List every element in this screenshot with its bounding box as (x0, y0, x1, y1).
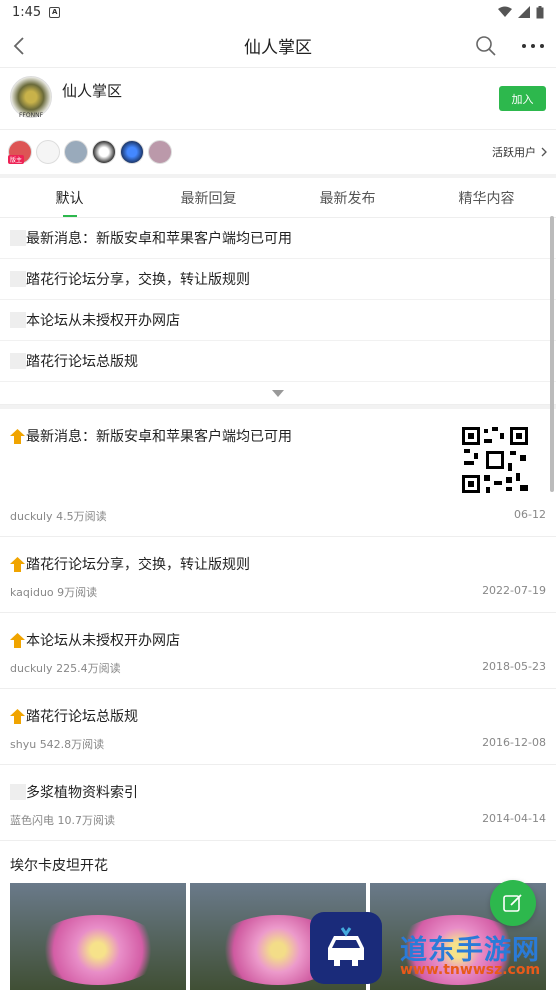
post-placeholder-icon (10, 784, 26, 800)
notice-item[interactable]: 踏花行论坛分享，交换，转让版规则 (0, 259, 556, 300)
title-bar: 仙人掌区 (0, 24, 556, 68)
notice-title: 最新消息：新版安卓和苹果客户端均已可用 (26, 231, 292, 247)
post-reads: 4.5万阅读 (56, 510, 107, 523)
pinned-icon (10, 632, 25, 648)
notice-placeholder-icon (10, 312, 26, 328)
tab-bar: 默认 最新回复 最新发布 精华内容 (0, 178, 556, 218)
watermark-url: www.tnwwsz.com (400, 962, 541, 978)
avatar[interactable] (120, 140, 144, 164)
post-meta-left: kaqiduo 9万阅读 (10, 584, 97, 600)
forum-name: 仙人掌区 (62, 82, 123, 100)
notice-item[interactable]: 最新消息：新版安卓和苹果客户端均已可用 (0, 218, 556, 259)
post-item[interactable]: 踏花行论坛总版规 shyu 542.8万阅读 2016-12-08 (0, 689, 556, 765)
notice-title: 本论坛从未授权开办网店 (26, 313, 180, 329)
notice-placeholder-icon (10, 271, 26, 287)
post-title: 多浆植物资料索引 (26, 785, 138, 801)
post-reads: 9万阅读 (57, 586, 98, 599)
car-icon (328, 927, 364, 966)
qr-code-image (460, 425, 530, 495)
post-meta-left: duckuly 4.5万阅读 (10, 508, 107, 524)
avatar[interactable] (148, 140, 172, 164)
post-title: 踏花行论坛总版规 (26, 709, 138, 725)
page-title: 仙人掌区 (244, 38, 312, 58)
active-users-row[interactable]: 版主 活跃用户 (0, 130, 556, 174)
pinned-icon (10, 428, 25, 444)
status-icons (498, 5, 544, 19)
avatar[interactable] (64, 140, 88, 164)
post-reads: 225.4万阅读 (56, 662, 121, 675)
notice-title: 踏花行论坛总版规 (26, 354, 138, 370)
notice-placeholder-icon (10, 230, 26, 246)
more-icon[interactable] (520, 34, 546, 58)
forum-header: FFONNF 仙人掌区 加入 (0, 68, 556, 130)
expand-notices[interactable] (0, 382, 556, 404)
post-date: 2022-07-19 (482, 584, 546, 597)
post-author: 蓝色闪电 (10, 814, 54, 827)
chevron-right-icon (541, 147, 547, 157)
post-meta-left: 蓝色闪电 10.7万阅读 (10, 812, 115, 828)
avatar[interactable] (92, 140, 116, 164)
status-bar: 1:45 A (0, 0, 556, 24)
notification-a-icon: A (49, 6, 61, 18)
post-reads: 10.7万阅读 (57, 814, 116, 827)
active-users-link[interactable]: 活跃用户 (492, 144, 548, 160)
post-reads: 542.8万阅读 (39, 738, 105, 751)
post-meta-left: shyu 542.8万阅读 (10, 736, 104, 752)
forum-logo: FFONNF (10, 76, 52, 119)
post-author: duckuly (10, 510, 53, 523)
gallery-post-title[interactable]: 埃尔卡皮坦开花 (0, 841, 556, 883)
scrollbar[interactable] (550, 216, 554, 492)
join-button[interactable]: 加入 (499, 86, 546, 111)
post-date: 2014-04-14 (482, 812, 546, 825)
status-time: 1:45 (12, 4, 42, 20)
pinned-icon (10, 556, 25, 572)
post-item[interactable]: 最新消息：新版安卓和苹果客户端均已可用 duckuly 4.5万阅读 06-12 (0, 409, 556, 537)
battery-icon (536, 5, 544, 18)
notice-item[interactable]: 本论坛从未授权开办网店 (0, 300, 556, 341)
post-date: 2016-12-08 (482, 736, 546, 749)
tab-featured[interactable]: 精华内容 (417, 178, 556, 217)
pinned-icon (10, 708, 25, 724)
post-title: 本论坛从未授权开办网店 (26, 633, 180, 649)
post-author: kaqiduo (10, 586, 54, 599)
post-title: 最新消息：新版安卓和苹果客户端均已可用 (26, 429, 292, 445)
notice-title: 踏花行论坛分享，交换，转让版规则 (26, 272, 250, 288)
tab-default[interactable]: 默认 (0, 178, 139, 217)
notice-list: 最新消息：新版安卓和苹果客户端均已可用 踏花行论坛分享，交换，转让版规则 本论坛… (0, 218, 556, 405)
avatar[interactable]: 版主 (8, 140, 32, 164)
moderator-badge: 版主 (8, 155, 25, 164)
post-author: shyu (10, 738, 37, 751)
watermark-logo (310, 912, 382, 984)
edit-icon (503, 894, 522, 912)
notice-item[interactable]: 踏花行论坛总版规 (0, 341, 556, 382)
post-date: 06-12 (514, 508, 546, 521)
signal-icon (518, 6, 530, 18)
tab-latest-post[interactable]: 最新发布 (278, 178, 417, 217)
active-users-label: 活跃用户 (492, 146, 536, 159)
wifi-icon (498, 6, 512, 17)
flower-photo[interactable] (10, 883, 186, 990)
avatar[interactable] (36, 140, 60, 164)
caret-down-icon (272, 389, 284, 397)
post-meta-left: duckuly 225.4万阅读 (10, 660, 121, 676)
post-title: 踏花行论坛分享，交换，转让版规则 (26, 557, 250, 573)
post-date: 2018-05-23 (482, 660, 546, 673)
back-arrow-icon[interactable] (8, 34, 32, 58)
notice-placeholder-icon (10, 353, 26, 369)
post-item[interactable]: 多浆植物资料索引 蓝色闪电 10.7万阅读 2014-04-14 (0, 765, 556, 841)
compose-button[interactable] (490, 880, 536, 926)
post-author: duckuly (10, 662, 53, 675)
post-item[interactable]: 本论坛从未授权开办网店 duckuly 225.4万阅读 2018-05-23 (0, 613, 556, 689)
forum-logo-text: FFONNF (18, 112, 44, 119)
tab-latest-reply[interactable]: 最新回复 (139, 178, 278, 217)
search-icon[interactable] (474, 34, 498, 58)
post-item[interactable]: 踏花行论坛分享，交换，转让版规则 kaqiduo 9万阅读 2022-07-19 (0, 537, 556, 613)
